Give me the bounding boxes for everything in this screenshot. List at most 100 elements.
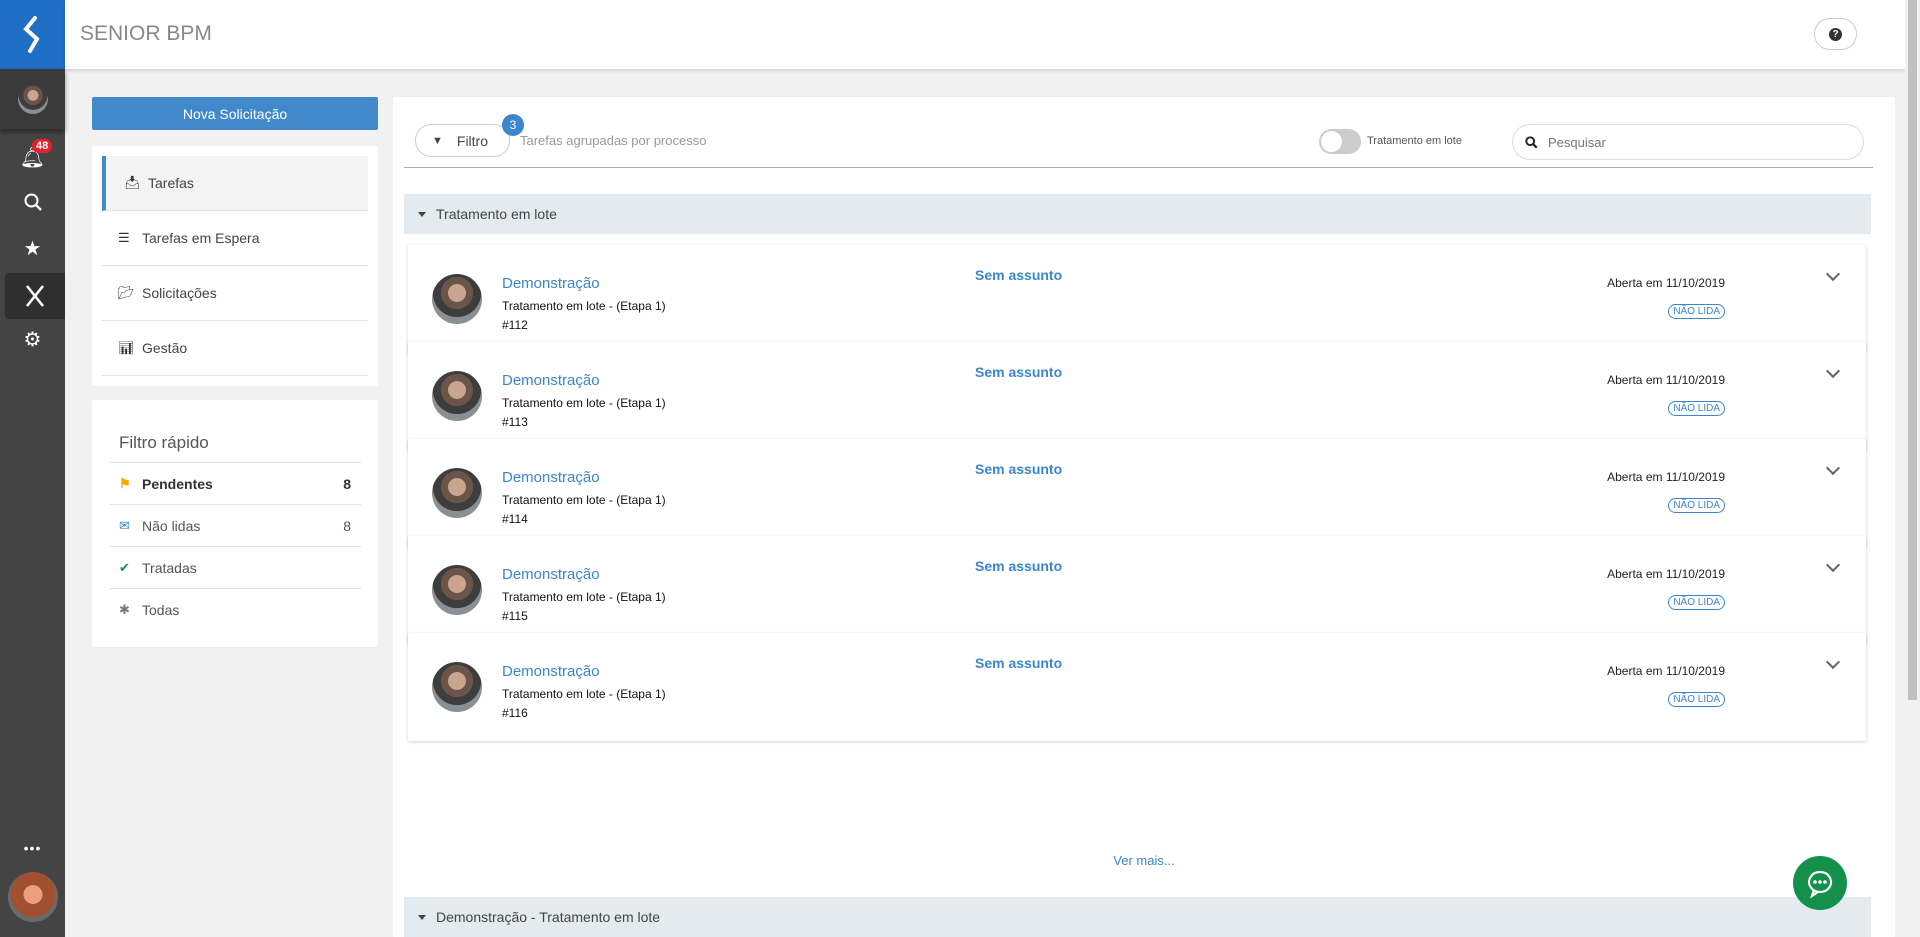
bar-chart-icon: 📊︎	[118, 340, 135, 355]
task-step: Tratamento em lote - (Etapa 1)	[502, 687, 666, 701]
x-app-button[interactable]	[5, 273, 65, 319]
chat-button[interactable]	[1793, 856, 1847, 910]
scrollbar-thumb[interactable]	[1908, 0, 1917, 700]
status-badge: NÃO LIDA	[1668, 692, 1725, 707]
task-panel: ▼ Filtro 3 Tarefas agrupadas por processo…	[393, 97, 1895, 937]
sidebar-item-tarefas-em-espera[interactable]: ☰ Tarefas em Espera	[102, 211, 368, 266]
caret-down-icon	[418, 914, 426, 920]
requester-avatar	[432, 662, 482, 712]
help-button[interactable]: ?	[1814, 18, 1857, 50]
nav-label: Tarefas em Espera	[142, 230, 260, 246]
group-header[interactable]: Demonstração - Tratamento em lote	[404, 897, 1871, 937]
more-icon: •••	[23, 840, 42, 856]
task-card[interactable]: Demonstração Tratamento em lote - (Etapa…	[408, 439, 1866, 547]
filter-label: Todas	[142, 602, 180, 618]
list-icon: ☰	[118, 230, 130, 245]
user-avatar[interactable]	[0, 69, 65, 129]
nav-label: Tarefas	[148, 175, 194, 191]
status-badge: NÃO LIDA	[1668, 595, 1725, 610]
notifications-button[interactable]: 🔔︎ 48	[0, 135, 65, 179]
notification-badge: 48	[32, 139, 53, 153]
task-process[interactable]: Demonstração	[502, 275, 600, 292]
requester-avatar	[432, 468, 482, 518]
batch-toggle-label: Tratamento em lote	[1367, 135, 1462, 147]
task-process[interactable]: Demonstração	[502, 372, 600, 389]
app-rail: 🔔︎ 48 ★ ⚙ •••	[0, 0, 65, 937]
current-user-avatar[interactable]	[8, 872, 58, 922]
task-opened-date: Aberta em 11/10/2019	[1607, 567, 1725, 581]
task-number: #114	[502, 512, 528, 526]
requester-avatar	[432, 274, 482, 324]
sidebar-item-solicitacoes[interactable]: 📂︎ Solicitações	[102, 266, 368, 321]
search-button[interactable]	[0, 180, 65, 224]
batch-toggle[interactable]	[1319, 129, 1361, 154]
flag-icon: ⚑	[119, 475, 131, 491]
nav-label: Gestão	[142, 340, 188, 356]
task-subject[interactable]: Sem assunto	[975, 558, 1062, 574]
search-icon	[1525, 135, 1538, 149]
grouping-label: Tarefas agrupadas por processo	[520, 133, 707, 148]
new-request-button[interactable]: Nova Solicitação	[92, 97, 378, 130]
chat-bubble-icon	[1807, 870, 1833, 898]
star-icon: ★	[23, 237, 42, 260]
chevron-down-icon[interactable]	[1825, 654, 1841, 670]
task-subject[interactable]: Sem assunto	[975, 267, 1062, 283]
filter-count: 8	[343, 475, 351, 492]
toolbar-divider	[404, 167, 1873, 168]
task-opened-date: Aberta em 11/10/2019	[1607, 664, 1725, 678]
quick-filter-tratadas[interactable]: ✔ Tratadas	[109, 547, 361, 589]
task-card[interactable]: Demonstração Tratamento em lote - (Etapa…	[408, 245, 1866, 353]
requester-avatar	[432, 565, 482, 615]
chevron-down-icon[interactable]	[1825, 363, 1841, 379]
nav-label: Solicitações	[142, 285, 217, 301]
task-process[interactable]: Demonstração	[502, 469, 600, 486]
quick-filter-title: Filtro rápido	[109, 400, 361, 463]
group-header[interactable]: Tratamento em lote	[404, 194, 1871, 234]
status-badge: NÃO LIDA	[1668, 304, 1725, 319]
chevron-down-icon[interactable]	[1825, 557, 1841, 573]
page-scrollbar[interactable]	[1905, 0, 1920, 937]
quick-filter-nao-lidas[interactable]: ✉ Não lidas 8	[109, 505, 361, 547]
task-process[interactable]: Demonstração	[502, 663, 600, 680]
task-number: #113	[502, 415, 528, 429]
settings-button[interactable]: ⚙	[0, 317, 65, 361]
quick-filter-todas[interactable]: ✱ Todas	[109, 589, 361, 631]
sidebar-item-tarefas[interactable]: 📥︎ Tarefas	[102, 156, 368, 211]
app-title: SENIOR BPM	[80, 22, 212, 45]
search-icon	[24, 193, 42, 211]
more-button[interactable]: •••	[0, 826, 65, 870]
task-card[interactable]: Demonstração Tratamento em lote - (Etapa…	[408, 633, 1866, 741]
chevron-down-icon[interactable]	[1825, 460, 1841, 476]
sidebar-item-gestao[interactable]: 📊︎ Gestão	[102, 321, 368, 376]
group-title: Demonstração - Tratamento em lote	[436, 909, 661, 925]
question-icon: ?	[1829, 27, 1842, 41]
filter-count: 8	[343, 517, 351, 534]
quick-filter-panel: Filtro rápido ⚑ Pendentes 8 ✉ Não lidas 8 ✔ T…	[92, 400, 378, 647]
task-opened-date: Aberta em 11/10/2019	[1607, 470, 1725, 484]
top-header: SENIOR BPM ?	[65, 0, 1905, 69]
filter-label: Pendentes	[142, 475, 213, 492]
senior-logo[interactable]	[0, 0, 65, 69]
task-subject[interactable]: Sem assunto	[975, 461, 1062, 477]
task-number: #115	[502, 609, 528, 623]
see-more-link[interactable]: Ver mais...	[393, 853, 1895, 868]
filter-label: Tratadas	[142, 559, 197, 576]
filter-button[interactable]: ▼ Filtro	[415, 124, 510, 157]
task-step: Tratamento em lote - (Etapa 1)	[502, 299, 666, 313]
status-badge: NÃO LIDA	[1668, 498, 1725, 513]
group-title: Tratamento em lote	[436, 206, 557, 222]
status-badge: NÃO LIDA	[1668, 401, 1725, 416]
task-card[interactable]: Demonstração Tratamento em lote - (Etapa…	[408, 536, 1866, 644]
task-subject[interactable]: Sem assunto	[975, 655, 1062, 671]
task-step: Tratamento em lote - (Etapa 1)	[502, 590, 666, 604]
chevron-down-icon[interactable]	[1825, 266, 1841, 282]
search-input[interactable]	[1548, 134, 1863, 150]
quick-filter-pendentes[interactable]: ⚑ Pendentes 8	[109, 463, 361, 505]
favorites-button[interactable]: ★	[0, 226, 65, 270]
task-card[interactable]: Demonstração Tratamento em lote - (Etapa…	[408, 342, 1866, 450]
caret-down-icon	[418, 211, 426, 217]
search-field[interactable]	[1512, 124, 1864, 160]
task-process[interactable]: Demonstração	[502, 566, 600, 583]
task-subject[interactable]: Sem assunto	[975, 364, 1062, 380]
asterisk-icon: ✱	[119, 602, 130, 617]
